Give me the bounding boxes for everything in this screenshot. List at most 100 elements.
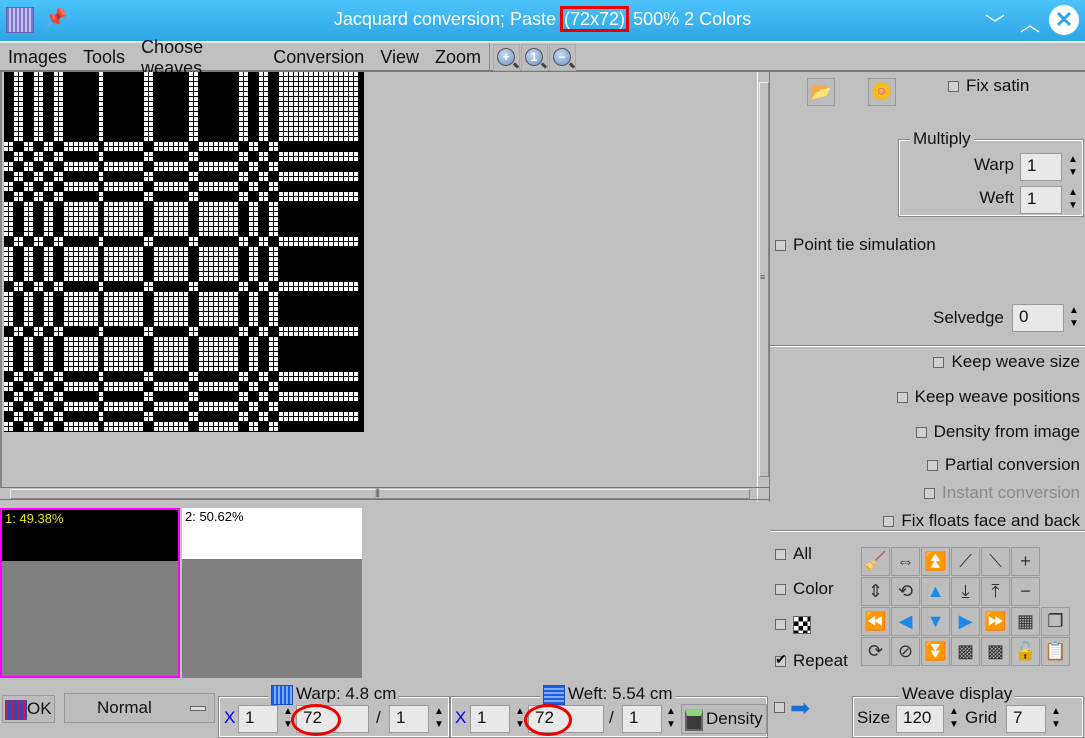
weave-cell (74, 402, 78, 406)
all-checkbox[interactable]: All (775, 544, 812, 564)
weave-pattern[interactable] (4, 72, 364, 432)
ok-button[interactable]: OK (2, 695, 55, 723)
menu-view[interactable]: View (372, 47, 427, 68)
weave-cell (179, 312, 183, 316)
minus-button[interactable]: − (1011, 577, 1040, 606)
warp-multiplier-input[interactable]: 1 (238, 705, 278, 733)
weave-cell (249, 167, 253, 171)
zoom-out-button[interactable]: − (549, 44, 576, 71)
weave-display-grid-input[interactable]: 7 (1006, 705, 1046, 733)
import-weave-button[interactable]: ▩ (951, 637, 980, 666)
pattern-checkbox[interactable] (775, 614, 811, 634)
weave-display-grid-spinner[interactable]: ▲ ▼ (1050, 705, 1062, 733)
plus-button[interactable]: + (1011, 547, 1040, 576)
weave-cell (89, 427, 93, 431)
rotate-button[interactable]: ⟲ (891, 577, 920, 606)
mode-select[interactable]: Normal (64, 693, 215, 723)
paste-button[interactable]: 📋 (1041, 637, 1070, 666)
multiply-warp-spinner[interactable]: ▲ ▼ (1067, 153, 1079, 181)
warp-divisor-input[interactable]: 1 (389, 705, 429, 733)
weft-multiplier-input[interactable]: 1 (470, 705, 510, 733)
selvedge-spinner[interactable]: ▲ ▼ (1068, 304, 1080, 332)
weave-cell (34, 237, 38, 241)
weave-cell (319, 152, 323, 156)
color-swatch-2[interactable]: 2: 50.62% (182, 508, 362, 678)
warp-divisor-spinner[interactable]: ▲ ▼ (433, 705, 445, 733)
weft-divisor-spinner[interactable]: ▲ ▼ (665, 705, 677, 733)
selvedge-input[interactable]: 0 (1012, 304, 1064, 332)
density-button[interactable]: Density (681, 704, 767, 734)
weft-divisor-input[interactable]: 1 (622, 705, 662, 733)
option-keep-weave-size-checkbox[interactable]: Keep weave size (933, 352, 1080, 372)
weave-cell (184, 347, 188, 351)
maximize-button[interactable]: ︿ (1020, 8, 1040, 37)
fix-satin-checkbox[interactable]: Fix satin (948, 76, 1029, 96)
weave-cell (39, 77, 43, 81)
down-arrow-button[interactable]: ▼ (921, 607, 950, 636)
flip-vertical-button[interactable]: ⇕ (861, 577, 890, 606)
zoom-reset-button[interactable]: 1 (521, 44, 548, 71)
shift-right-up-button[interactable]: ⟋ (951, 547, 980, 576)
shift-down-button[interactable]: ⤓ (951, 577, 980, 606)
horizontal-scroll-thumb[interactable] (10, 489, 750, 499)
shift-up-button[interactable]: ⤒ (981, 577, 1010, 606)
up-arrow-button[interactable]: ▲ (921, 577, 950, 606)
unlock-button[interactable]: 🔓 (1011, 637, 1040, 666)
weave-cell (144, 77, 148, 81)
double-left-arrow-button[interactable]: ⏪ (861, 607, 890, 636)
weave-display-size-input[interactable]: 120 (896, 705, 944, 733)
multiply-weft-input[interactable]: 1 (1020, 186, 1062, 214)
point-tie-checkbox[interactable]: Point tie simulation (775, 235, 936, 255)
weave-cell (229, 182, 233, 186)
weave-library-button[interactable]: 🌼 (868, 78, 896, 106)
weave-display-toggle-checkbox[interactable] (774, 702, 785, 713)
weave-cell (134, 222, 138, 226)
open-weaves-button[interactable]: 📂 (807, 78, 835, 106)
flip-horizontal-button[interactable]: ⇔ (891, 547, 920, 576)
weave-cell (349, 152, 353, 156)
menu-zoom[interactable]: Zoom (427, 47, 489, 68)
color-checkbox[interactable]: Color (775, 579, 834, 599)
weave-cell (24, 292, 28, 296)
weave-canvas-area[interactable] (0, 72, 757, 487)
grid-pattern-button[interactable]: ▦ (1011, 607, 1040, 636)
left-arrow-button[interactable]: ◀ (891, 607, 920, 636)
menu-tools[interactable]: Tools (75, 47, 133, 68)
option-density-from-image-checkbox[interactable]: Density from image (915, 422, 1080, 442)
right-arrow-button[interactable]: ▶ (951, 607, 980, 636)
multiply-weft-spinner[interactable]: ▲ ▼ (1067, 186, 1079, 214)
weave-cell (19, 97, 23, 101)
export-weave-button[interactable]: ▩ (981, 637, 1010, 666)
color-swatch-1[interactable]: 1: 49.38% (0, 508, 180, 678)
weave-cell (269, 202, 273, 206)
double-up-arrow-button[interactable]: ⏫ (921, 547, 950, 576)
vertical-scrollbar[interactable]: ≡ (757, 72, 770, 502)
copy-button[interactable]: ❐ (1041, 607, 1070, 636)
invert-button[interactable]: ⊘ (891, 637, 920, 666)
broom-button[interactable]: 🧹 (861, 547, 890, 576)
double-down-arrow-button[interactable]: ⏬ (921, 637, 950, 666)
weave-cell (64, 367, 68, 371)
horizontal-scrollbar[interactable]: ||| (0, 487, 770, 500)
close-button[interactable]: ✕ (1049, 5, 1079, 35)
weave-cell (314, 372, 318, 376)
zoom-in-button[interactable]: + (493, 44, 520, 71)
weave-cell (294, 287, 298, 291)
option-partial-conversion-checkbox[interactable]: Partial conversion (926, 455, 1080, 475)
weave-cell (214, 302, 218, 306)
refresh-button[interactable]: ⟳ (861, 637, 890, 666)
weave-cell (74, 162, 78, 166)
multiply-warp-input[interactable]: 1 (1020, 153, 1062, 181)
double-right-arrow-button[interactable]: ⏩ (981, 607, 1010, 636)
option-keep-weave-positions-checkbox[interactable]: Keep weave positions (896, 387, 1080, 407)
menu-conversion[interactable]: Conversion (265, 47, 372, 68)
weave-cell (49, 357, 53, 361)
shift-left-up-button[interactable]: ⟍ (981, 547, 1010, 576)
repeat-checkbox[interactable]: Repeat (775, 651, 848, 671)
weave-cell (234, 312, 238, 316)
weave-display-size-spinner[interactable]: ▲ ▼ (948, 705, 960, 733)
option-fix-floats-face-and-back-checkbox[interactable]: Fix floats face and back (883, 511, 1080, 531)
minimize-button[interactable]: ﹀ (985, 8, 1005, 37)
menu-images[interactable]: Images (0, 47, 75, 68)
apply-arrow-icon[interactable]: ➡ (790, 694, 810, 723)
